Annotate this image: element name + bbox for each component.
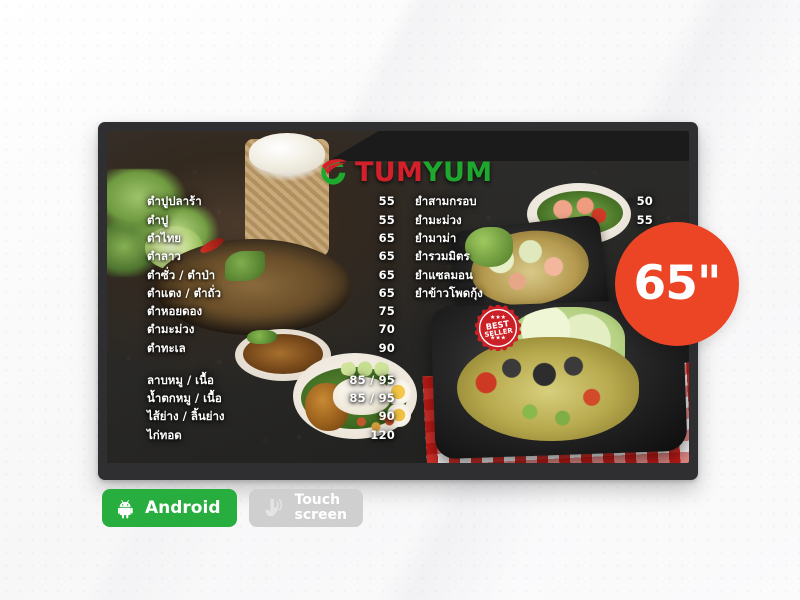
menu-item-price: 120 <box>370 427 395 442</box>
menu-item-name: ยำสามกรอบ <box>415 194 477 209</box>
android-badge[interactable]: Android <box>102 489 237 527</box>
menu-item-name: น้ำตกหมู / เนื้อ <box>147 391 222 406</box>
menu-item: ยำมาม่า 5 <box>415 230 653 248</box>
tumyum-swirl-icon <box>321 159 347 185</box>
menu-item-name: ตำหอยดอง <box>147 304 203 319</box>
menu-item-name: ยำมาม่า <box>415 230 457 245</box>
logo-text-yum: YUM <box>423 156 493 188</box>
menu-item-price: 85 / 95 <box>349 372 395 387</box>
menu-item: ไก่ทอด 120 <box>147 426 395 444</box>
menu-item-name: ตำไทย <box>147 230 182 245</box>
best-seller-badge: ★★★ ★★★ BEST SELLER <box>475 305 521 351</box>
menu-item: ไส้ย่าง / ลิ้นย่าง 90 <box>147 408 395 426</box>
menu-item-name: ตำแตง / ตำถั่ว <box>147 285 221 300</box>
menu-item-price: 65 <box>378 230 395 245</box>
touchscreen-label-line-2: screen <box>294 507 348 523</box>
menu-item-name: ยำมะม่วง <box>415 212 462 227</box>
menu-item-price: 55 <box>378 212 395 227</box>
menu-item-name: ลาบหมู / เนื้อ <box>147 372 214 387</box>
monitor-screen: TUMYUM ตำปูปลาร้า 55 ตำปู 55 ตำไทย 65 ตำ… <box>107 131 689 463</box>
menu-item-price: 50 <box>636 194 653 209</box>
touch-hand-icon <box>265 498 282 517</box>
menu-item-price: 55 <box>636 212 653 227</box>
menu-column-left: ตำปูปลาร้า 55 ตำปู 55 ตำไทย 65 ตำลาว 65 … <box>147 193 395 445</box>
menu-item-price: 65 <box>378 249 395 264</box>
menu-item-name: ตำปูปลาร้า <box>147 194 202 209</box>
menu-item-name: ตำปู <box>147 212 169 227</box>
menu-item-price: 90 <box>378 409 395 424</box>
photo-hero-lettuce <box>505 307 625 383</box>
restaurant-logo: TUMYUM <box>319 157 492 187</box>
menu-item-name: ตำลาว <box>147 249 181 264</box>
menu-item-price: 70 <box>378 322 395 337</box>
menu-item: ตำแตง / ตำถั่ว 65 <box>147 284 395 302</box>
logo-wordmark: TUMYUM <box>355 159 492 186</box>
menu-item-name: ไก่ทอด <box>147 427 182 442</box>
photo-sticky-rice <box>249 133 325 173</box>
menu-item-name: ตำซั่ว / ตำป่า <box>147 267 216 282</box>
menu-item: ตำไทย 65 <box>147 230 395 248</box>
menu-item-price: 85 / 95 <box>349 391 395 406</box>
display-monitor: TUMYUM ตำปูปลาร้า 55 ตำปู 55 ตำไทย 65 ตำ… <box>98 122 698 480</box>
menu-item: ตำลาว 65 <box>147 248 395 266</box>
touchscreen-badge[interactable]: Touch screen <box>248 489 363 527</box>
menu-item: น้ำตกหมู / เนื้อ 85 / 95 <box>147 390 395 408</box>
menu-item-name: ไส้ย่าง / ลิ้นย่าง <box>147 409 225 424</box>
menu-item: ตำทะเล 90 <box>147 339 395 357</box>
menu-item: ยำมะม่วง 55 <box>415 211 653 229</box>
photo-checkered-cloth <box>422 361 689 463</box>
menu-item-price: 65 <box>378 267 395 282</box>
android-badge-label: Android <box>145 498 221 518</box>
menu-item: ยำสามกรอบ 50 <box>415 193 653 211</box>
feature-badges: Android Touch screen <box>102 489 363 527</box>
photo-hero-papaya-salad <box>457 337 639 441</box>
menu-item-price: 65 <box>378 285 395 300</box>
menu-item: ตำปู 55 <box>147 211 395 229</box>
menu-item-name: ตำทะเล <box>147 340 186 355</box>
menu-item-name: ตำมะม่วง <box>147 322 195 337</box>
screen-size-label: 65" <box>633 255 722 311</box>
logo-text-tum: TUM <box>355 156 424 188</box>
menu-item-name: ยำรวมมิตร <box>415 249 470 264</box>
menu-item-price: 90 <box>378 340 395 355</box>
menu-item: ลาบหมู / เนื้อ 85 / 95 <box>147 372 395 390</box>
menu-item: ตำมะม่วง 70 <box>147 321 395 339</box>
menu-item-price: 55 <box>378 194 395 209</box>
menu-item: ตำปูปลาร้า 55 <box>147 193 395 211</box>
signage-product-image: TUMYUM ตำปูปลาร้า 55 ตำปู 55 ตำไทย 65 ตำ… <box>0 0 800 600</box>
screen-size-badge: 65" <box>615 222 739 346</box>
android-robot-icon <box>118 499 133 518</box>
touchscreen-badge-label: Touch screen <box>295 493 348 523</box>
menu-item: ตำซั่ว / ตำป่า 65 <box>147 266 395 284</box>
menu-item: ตำหอยดอง 75 <box>147 303 395 321</box>
touchscreen-label-line-1: Touch <box>294 492 341 508</box>
menu-group-separator <box>147 358 395 372</box>
menu-item-price: 75 <box>378 304 395 319</box>
